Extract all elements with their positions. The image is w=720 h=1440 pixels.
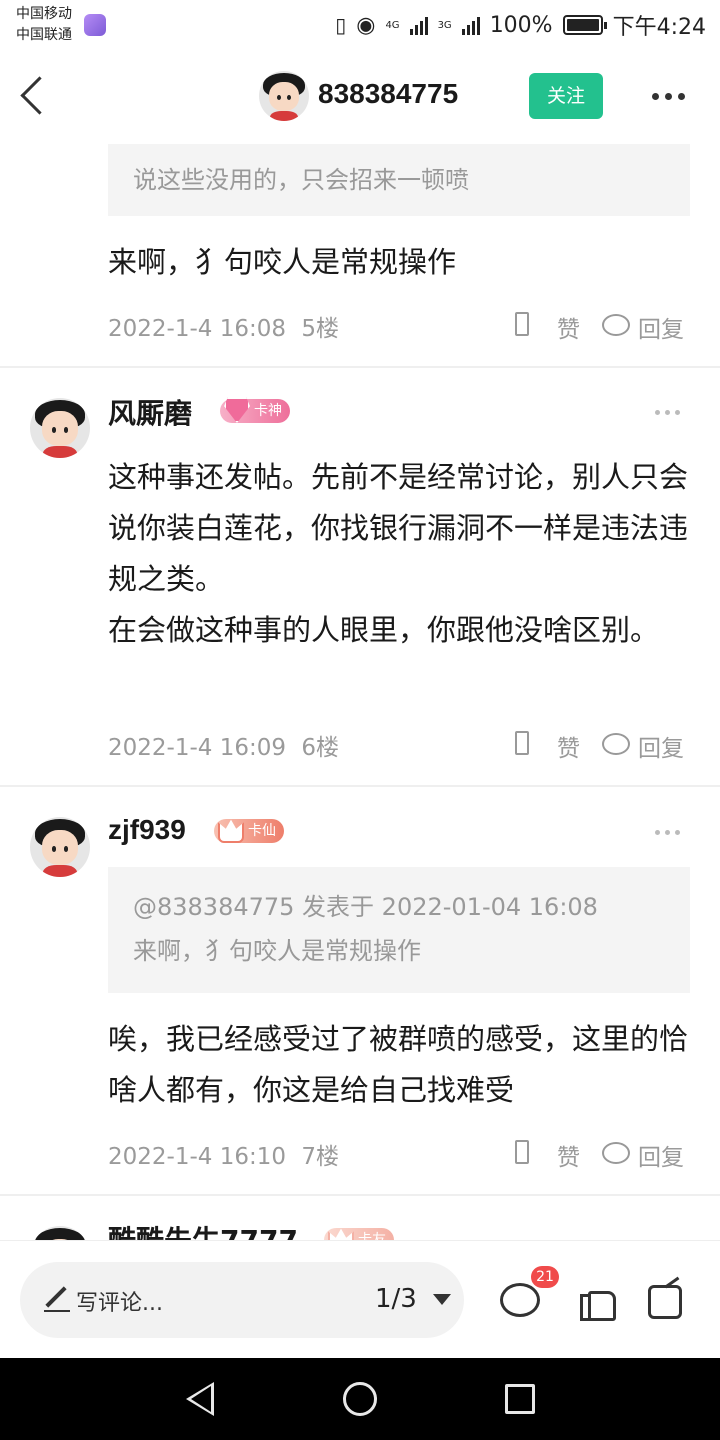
signal-icon-1 [409, 15, 428, 35]
quote-header: @838384775 发表于 2022-01-04 16:08 [133, 893, 598, 921]
bottom-action-bar: 写评论... 1/3 21 [0, 1240, 720, 1358]
crown-icon [328, 1228, 354, 1240]
eye-comfort-icon: ◉ [356, 12, 376, 38]
battery-percent: 100% [489, 12, 553, 38]
divider [0, 366, 720, 368]
like-icon[interactable] [515, 1140, 529, 1164]
comment-actions: 赞 回复 [515, 310, 695, 343]
network-2-label: 3G [437, 19, 452, 31]
like-icon[interactable] [515, 312, 529, 336]
comment-body: 这种事还发帖。先前不是经常讨论，别人只会说你装白莲花，你找银行漏洞不一样是违法违… [108, 460, 689, 647]
page-title[interactable]: 838384775 [318, 78, 458, 110]
diamond-icon [224, 397, 250, 423]
comment-count-badge: 21 [531, 1266, 559, 1288]
comment-timestamp: 2022-1-4 16:09 [108, 735, 286, 761]
user-avatar[interactable] [30, 1226, 90, 1240]
signal-icon-2 [461, 15, 480, 35]
follow-button[interactable]: 关注 [529, 73, 603, 119]
divider [0, 785, 720, 787]
comment-input[interactable]: 写评论... 1/3 [20, 1262, 464, 1338]
comment-body: 唉，我已经感受过了被群喷的感受，这里的恰啥人都有，你这是给自己找难受 [108, 1022, 689, 1107]
quoted-reply: 说这些没用的，只会招来一顿喷 [108, 144, 690, 216]
back-button[interactable] [14, 72, 54, 120]
vibrate-icon: ▯ [335, 13, 347, 37]
user-level-badge: 卡友 [324, 1228, 394, 1240]
page-selector[interactable]: 1/3 [375, 1284, 417, 1314]
dropdown-arrow-icon[interactable] [433, 1294, 451, 1305]
reply-button[interactable]: 回复 [638, 310, 684, 344]
comments-icon[interactable] [499, 1279, 540, 1319]
comment-floor: 7楼 [301, 1144, 339, 1170]
comment-timestamp: 2022-1-4 16:10 [108, 1144, 286, 1170]
reply-icon[interactable] [602, 314, 630, 336]
comment-floor: 5楼 [301, 316, 339, 342]
reply-icon[interactable] [602, 1142, 630, 1164]
network-1-label: 4G [385, 19, 400, 31]
comment-placeholder: 写评论... [76, 1291, 163, 1316]
top-nav-bar: 838384775 关注 [0, 50, 720, 142]
comment-actions: 赞 回复 [515, 1138, 695, 1171]
divider [0, 1194, 720, 1196]
username[interactable]: 酷酷先生7777 [108, 1219, 298, 1240]
post-more-icon[interactable] [655, 830, 680, 835]
comment-list[interactable]: 说这些没用的，只会招来一顿喷 来啊，犭句咬人是常规操作 2022-1-4 16:… [0, 142, 720, 1240]
comment-actions: 赞 回复 [515, 729, 695, 762]
thumbs-up-icon[interactable] [578, 1279, 618, 1321]
like-button[interactable]: 赞 [557, 310, 580, 344]
nav-home-icon[interactable] [343, 1382, 377, 1416]
app-notification-icon [84, 14, 106, 36]
status-bar: 中国移动 中国联通 ▯ ◉ 4G 3G 100% 下午4:24 [0, 0, 720, 50]
author-avatar[interactable] [259, 71, 309, 121]
quote-body: 来啊，犭句咬人是常规操作 [133, 937, 421, 965]
crown-icon [218, 819, 244, 843]
pen-icon [44, 1286, 70, 1312]
comment-floor: 6楼 [301, 735, 339, 761]
user-avatar[interactable] [30, 817, 90, 877]
user-level-badge: 卡仙 [214, 819, 284, 843]
share-icon[interactable] [646, 1279, 686, 1319]
username[interactable]: 风厮磨 [108, 392, 192, 432]
reply-icon[interactable] [602, 733, 630, 755]
like-button[interactable]: 赞 [557, 729, 580, 763]
nav-recents-icon[interactable] [505, 1384, 535, 1414]
clock: 下午4:24 [612, 15, 706, 40]
comment-meta: 2022-1-4 16:10 7楼 [108, 1137, 339, 1171]
status-icons: ▯ ◉ 4G 3G 100% 下午4:24 [335, 10, 706, 41]
carrier-2: 中国联通 [16, 27, 72, 43]
post-more-icon[interactable] [655, 410, 680, 415]
reply-button[interactable]: 回复 [638, 729, 684, 763]
comment-meta: 2022-1-4 16:08 5楼 [108, 309, 339, 343]
carrier-info: 中国移动 中国联通 [16, 4, 72, 46]
quoted-reply: @838384775 发表于 2022-01-04 16:08 来啊，犭句咬人是… [108, 867, 690, 993]
more-options-button[interactable] [652, 86, 692, 106]
comment-body: 来啊，犭句咬人是常规操作 [108, 245, 457, 279]
reply-button[interactable]: 回复 [638, 1138, 684, 1172]
carrier-1: 中国移动 [16, 6, 72, 22]
like-icon[interactable] [515, 731, 529, 755]
system-nav-bar [0, 1358, 720, 1440]
user-level-badge: 卡神 [220, 397, 290, 423]
like-button[interactable]: 赞 [557, 1138, 580, 1172]
nav-back-icon[interactable] [186, 1382, 214, 1416]
comment-timestamp: 2022-1-4 16:08 [108, 316, 286, 342]
comment-meta: 2022-1-4 16:09 6楼 [108, 728, 339, 762]
battery-icon [562, 15, 607, 35]
username[interactable]: zjf939 [108, 814, 186, 846]
user-avatar[interactable] [30, 398, 90, 458]
